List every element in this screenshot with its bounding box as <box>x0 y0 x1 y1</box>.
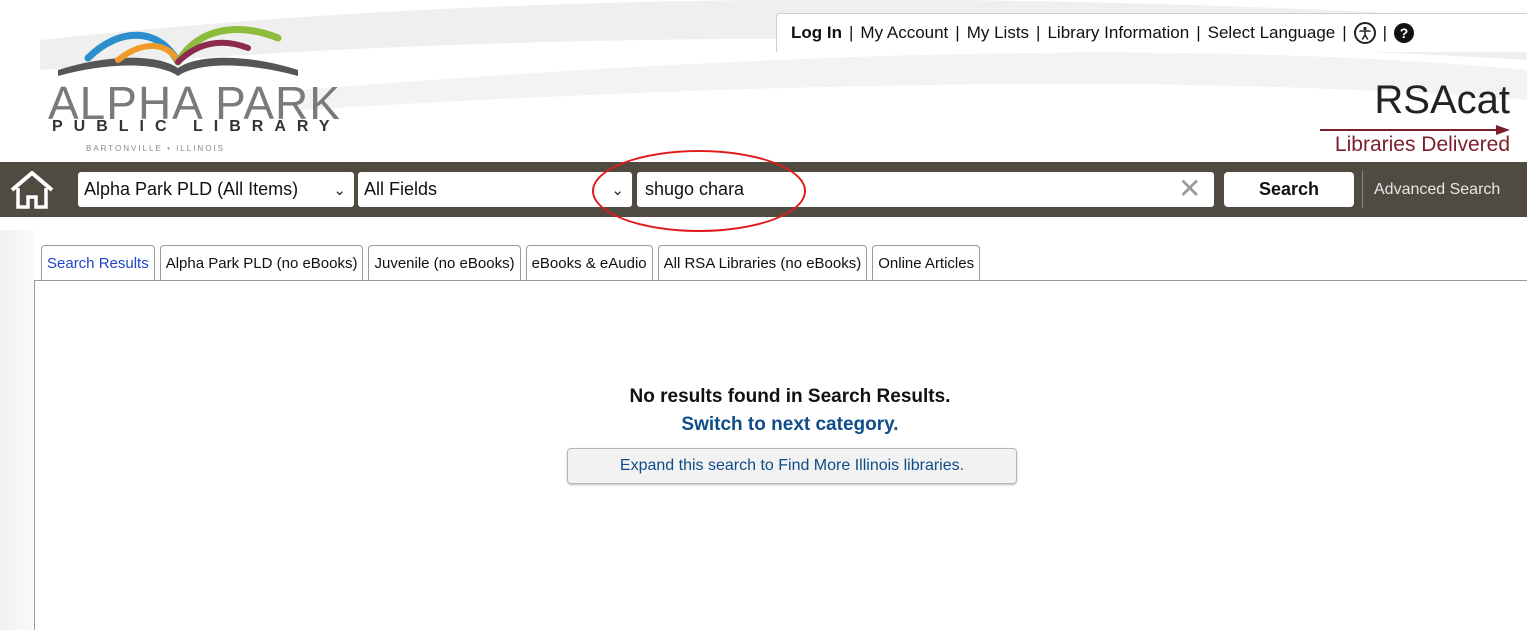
switch-category-link[interactable]: Switch to next category. <box>0 414 1527 436</box>
login-link[interactable]: Log In <box>791 23 842 43</box>
clear-icon[interactable]: ✕ <box>1178 175 1201 203</box>
my-lists-link[interactable]: My Lists <box>967 23 1029 43</box>
search-input[interactable] <box>637 172 1214 207</box>
tab-online-articles[interactable]: Online Articles <box>872 245 981 280</box>
content-border <box>34 280 35 630</box>
library-logo[interactable]: ALPHA PARK PUBLIC LIBRARY BARTONVILLE • … <box>48 18 348 158</box>
result-tabs: Search Results Alpha Park PLD (no eBooks… <box>41 245 985 281</box>
site-header: ALPHA PARK PUBLIC LIBRARY BARTONVILLE • … <box>0 0 1527 162</box>
advanced-search-link[interactable]: Advanced Search <box>1362 171 1500 208</box>
rsacat-tagline: Libraries Delivered <box>1334 133 1510 156</box>
separator: | <box>848 23 854 42</box>
tab-ebooks-eaudio[interactable]: eBooks & eAudio <box>525 245 653 280</box>
separator: | <box>1382 23 1388 42</box>
select-language-link[interactable]: Select Language <box>1208 23 1336 43</box>
home-button[interactable] <box>8 170 56 210</box>
my-account-link[interactable]: My Account <box>860 23 948 43</box>
library-scope-select[interactable]: Alpha Park PLD (All Items) ⌄ <box>78 172 354 207</box>
tab-all-rsa-libraries[interactable]: All RSA Libraries (no eBooks) <box>657 245 868 280</box>
tab-juvenile-no-ebooks[interactable]: Juvenile (no eBooks) <box>368 245 521 280</box>
no-results-message: No results found in Search Results. <box>629 386 951 407</box>
search-field-value: All Fields <box>364 179 438 199</box>
top-links-bar: Log In | My Account | My Lists | Library… <box>776 13 1527 52</box>
tab-search-results[interactable]: Search Results <box>41 245 155 281</box>
library-scope-value: Alpha Park PLD (All Items) <box>84 179 299 199</box>
separator: | <box>1342 23 1347 42</box>
separator: | <box>955 23 960 42</box>
rsacat-arrow-line <box>1320 122 1510 135</box>
book-logo-icon <box>58 26 298 76</box>
chevron-down-icon: ⌄ <box>333 182 346 199</box>
separator: | <box>1196 23 1201 42</box>
help-icon[interactable]: ? <box>1394 23 1415 43</box>
search-button[interactable]: Search <box>1224 172 1354 207</box>
search-field-select[interactable]: All Fields ⌄ <box>358 172 632 207</box>
library-information-link[interactable]: Library Information <box>1047 23 1189 43</box>
home-icon <box>10 171 54 209</box>
tab-divider <box>34 280 1527 281</box>
rsacat-brand[interactable]: RSAcat Libraries Delivered <box>1320 78 1510 158</box>
logo-location: BARTONVILLE • ILLINOIS <box>86 144 225 153</box>
search-bar: Alpha Park PLD (All Items) ⌄ All Fields … <box>0 162 1527 217</box>
logo-subtitle: PUBLIC LIBRARY <box>52 118 341 135</box>
tab-alpha-park-no-ebooks[interactable]: Alpha Park PLD (no eBooks) <box>159 245 364 280</box>
rsacat-title: RSAcat <box>1374 78 1510 122</box>
accessibility-icon[interactable] <box>1353 22 1376 44</box>
separator: | <box>1036 23 1041 42</box>
chevron-down-icon: ⌄ <box>611 182 624 199</box>
expand-search-button[interactable]: Expand this search to Find More Illinois… <box>567 448 1017 484</box>
